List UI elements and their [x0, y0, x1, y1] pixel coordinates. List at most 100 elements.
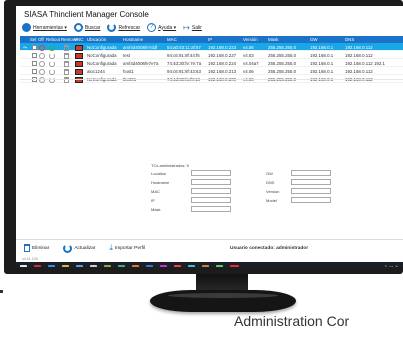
connected-user: Usuario conectado: administrador [230, 246, 309, 251]
refresh-icon [107, 23, 117, 32]
refrescar-button[interactable]: Refrescar [107, 23, 140, 32]
cell-ubicacion: NoConfigurada [87, 45, 117, 50]
select-checkbox[interactable] [32, 53, 37, 58]
col-vnc[interactable]: VNC [74, 37, 83, 42]
cell-mask: 255.255.255.0 [268, 45, 297, 50]
table-end-line [20, 79, 403, 80]
eliminar-label: Eliminar [32, 245, 50, 251]
table-row[interactable]: ⤳ NoConfigurada amf4d4006fe7ddf 54:a0:63:11… [20, 43, 403, 51]
ip-field[interactable] [191, 197, 231, 203]
mac-field[interactable] [191, 188, 231, 194]
col-version[interactable]: Versión [243, 37, 258, 42]
model-field[interactable] [291, 197, 331, 203]
col-reboot[interactable]: Reboot [46, 37, 60, 42]
chrome-icon[interactable] [62, 264, 69, 267]
col-sel[interactable]: Sel [30, 37, 36, 42]
ip-label: IP [151, 198, 155, 203]
location-field[interactable] [191, 170, 231, 176]
caption-text: Administration Cor [234, 313, 350, 329]
col-gw[interactable]: GW [310, 37, 318, 42]
cell-hostname: host1 [123, 69, 134, 74]
app-icon[interactable] [160, 264, 167, 267]
col-off[interactable]: Off [38, 37, 44, 42]
col-hostname[interactable]: Hostname [123, 37, 143, 42]
salir-label: Salir [191, 24, 202, 31]
dns-label: DNS [266, 180, 275, 185]
system-tray[interactable]: ⌃ ◻ ✈ [384, 265, 399, 267]
col-ip[interactable]: IP [208, 37, 212, 42]
cell-mask: 255.255.255.0 [268, 61, 297, 66]
start-icon[interactable] [20, 264, 27, 267]
cell-version: v4.06 [243, 69, 254, 74]
select-checkbox[interactable] [32, 45, 37, 50]
buscar-button[interactable]: Buscar [73, 23, 101, 32]
cell-dns: 192.168.0.112 192.1 [345, 61, 385, 66]
col-mac[interactable]: MAC [167, 37, 177, 42]
salir-button[interactable]: ↦ Salir [183, 23, 202, 32]
search-icon[interactable] [34, 264, 41, 267]
gw-field[interactable] [291, 170, 331, 176]
version-field[interactable] [291, 188, 331, 194]
cell-version: v4.03 [243, 53, 254, 58]
reboot-icon[interactable] [49, 77, 55, 83]
actualizar-label: Actualizar [74, 245, 96, 251]
col-dns[interactable]: DNS [345, 37, 354, 42]
hostname-field[interactable] [191, 179, 231, 185]
app-icon[interactable] [202, 264, 209, 267]
toolbar: Herramientas ▾ Buscar Refrescar ? Ayuda … [22, 23, 202, 32]
app-icon[interactable] [118, 264, 125, 267]
cell-gw: 192.168.0.1 [310, 61, 334, 66]
cell-mac: 74:4d:30:fe:7e:7a [167, 61, 202, 66]
taskbar: ⌃ ◻ ✈ [16, 262, 403, 267]
cell-dns: 192.168.0.112 [345, 69, 373, 74]
select-checkbox[interactable] [32, 69, 37, 74]
refrescar-label: Refrescar [118, 24, 141, 31]
col-mask[interactable]: Mask [268, 37, 279, 42]
trash-icon [24, 244, 30, 252]
vnc-icon[interactable] [75, 77, 83, 83]
cell-ubicacion: aloc1244 [87, 69, 105, 74]
mask-label: Mask [151, 207, 161, 212]
buscar-label: Buscar [84, 24, 101, 31]
remove-icon[interactable] [64, 77, 69, 83]
app-version: v4.01.109 [22, 257, 38, 261]
importar-perfil-button[interactable]: ⤓ Importar Perfil [109, 243, 145, 253]
version-label: Version [266, 189, 280, 194]
power-icon[interactable] [39, 77, 45, 83]
app-icon[interactable] [216, 264, 223, 267]
mask-field[interactable] [191, 206, 231, 212]
select-checkbox[interactable] [32, 61, 37, 66]
col-ubicacion[interactable]: Ubicación [87, 37, 106, 42]
explorer-icon[interactable] [76, 264, 83, 267]
store-icon[interactable] [90, 264, 97, 267]
download-icon: ⤓ [109, 243, 113, 252]
gear-icon [22, 23, 31, 32]
app-icon[interactable] [174, 264, 181, 267]
app-icon[interactable] [132, 264, 139, 267]
herramientas-menu[interactable]: Herramientas ▾ [22, 23, 67, 32]
table-row[interactable]: NoConfigurada test 94:c6:91:8f:44:f6 192.16… [20, 51, 403, 59]
app-icon[interactable] [146, 264, 153, 267]
cell-ip: 192.168.0.213 [208, 69, 237, 74]
eliminar-button[interactable]: Eliminar [24, 244, 49, 252]
herramientas-label: Herramientas ▾ [33, 24, 67, 31]
app-icon[interactable] [230, 264, 239, 267]
table-row[interactable]: aloc1244 host1 94:c6:91:8f:43:63 192.168.0.… [20, 67, 403, 75]
cell-ip: 192.168.0.227 [208, 53, 237, 58]
app-icon[interactable] [104, 264, 111, 267]
table-row[interactable]: NoConfigurada amf4d4006fe7e7a 74:4d:30:fe:… [20, 59, 403, 67]
cell-version: v4.04a7 [243, 61, 259, 66]
refresh-icon [63, 243, 73, 253]
model-label: Model [266, 198, 277, 203]
help-icon: ? [147, 23, 157, 32]
edge-mark [0, 290, 3, 293]
dns-field[interactable] [291, 179, 331, 185]
actualizar-button[interactable]: Actualizar [63, 243, 96, 253]
cell-gw: 192.168.0.1 [310, 69, 334, 74]
search-icon [73, 23, 83, 32]
app-title: SIASA Thinclient Manager Console [24, 10, 149, 19]
app-icon[interactable] [188, 264, 195, 267]
browser-icon[interactable] [48, 264, 55, 267]
thinclient-table: Sel Off Reboot Remove VNC Ubicación Host… [20, 36, 403, 83]
ayuda-menu[interactable]: ? Ayuda ▾ [147, 23, 176, 32]
